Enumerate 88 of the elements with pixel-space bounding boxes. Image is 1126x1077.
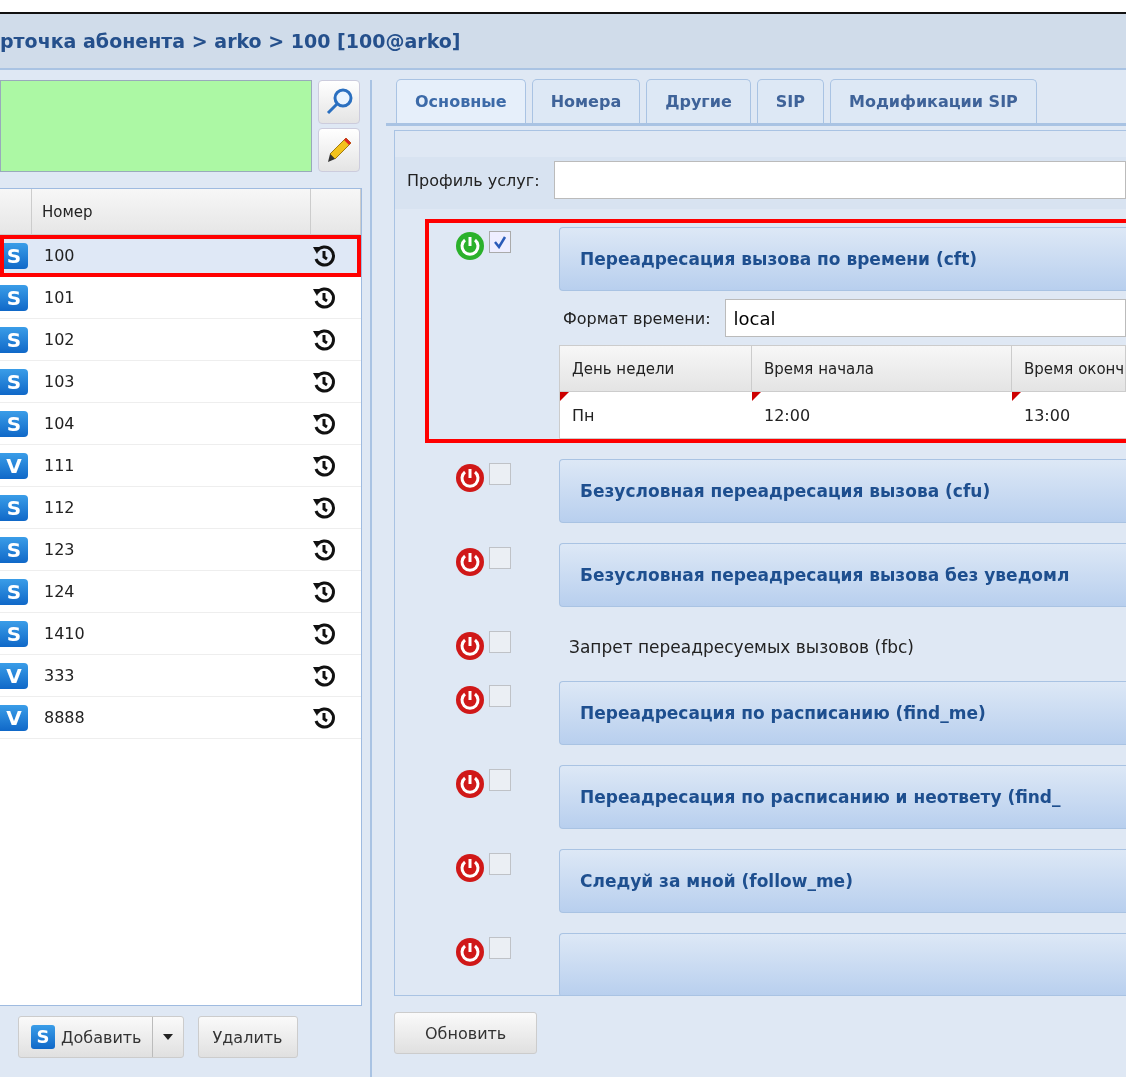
edited-marker-icon	[1012, 392, 1021, 401]
edit-button[interactable]	[318, 128, 360, 172]
history-icon[interactable]	[311, 662, 337, 689]
checkbox[interactable]	[489, 547, 511, 569]
column-header[interactable]: День недели	[560, 346, 752, 392]
power-icon[interactable]	[455, 853, 485, 883]
service-panel-header[interactable]: Следуй за мной (follow_me)	[559, 849, 1126, 913]
tab[interactable]: Другие	[646, 79, 751, 123]
power-icon[interactable]	[455, 631, 485, 661]
history-icon[interactable]	[311, 368, 337, 395]
history-icon[interactable]	[311, 242, 337, 269]
edited-marker-icon	[560, 392, 569, 401]
number-text: 101	[43, 288, 76, 307]
column-header[interactable]: Время оконч	[1012, 346, 1126, 392]
type-badge: S	[0, 368, 28, 395]
type-badge: S	[0, 284, 28, 311]
number-text: 111	[43, 456, 76, 475]
field-label: Профиль услуг:	[407, 170, 540, 190]
checkbox[interactable]	[489, 231, 511, 253]
table-cell[interactable]: 12:00	[752, 392, 1012, 438]
number-row[interactable]: S 100	[0, 235, 361, 277]
check-icon	[493, 235, 507, 249]
tab[interactable]: Номера	[531, 79, 641, 123]
table-cell[interactable]: 13:00	[1012, 392, 1126, 438]
number-text: 104	[43, 414, 76, 433]
refresh-button[interactable]: Обновить	[394, 1012, 538, 1054]
tab[interactable]: Основные	[396, 79, 526, 123]
window-title: рточка абонента > arko > 100 [100@arko]	[0, 14, 1126, 70]
checkbox[interactable]	[489, 631, 511, 653]
number-text: 333	[43, 666, 76, 685]
power-icon[interactable]	[455, 937, 485, 967]
power-icon[interactable]	[455, 463, 485, 493]
checkbox[interactable]	[489, 769, 511, 791]
number-text: 124	[43, 582, 76, 601]
delete-button[interactable]: Удалить	[197, 1016, 298, 1058]
history-icon[interactable]	[311, 536, 337, 563]
search-button[interactable]	[318, 80, 360, 124]
type-badge: S	[0, 578, 28, 605]
service-label: Запрет переадресуемых вызовов (fbc)	[568, 636, 914, 657]
power-icon[interactable]	[455, 547, 485, 577]
column-header[interactable]: Время начала	[752, 346, 1012, 392]
service-panel-header[interactable]: Безусловная переадресация вызова без уведомл	[559, 543, 1126, 607]
history-icon[interactable]	[311, 284, 337, 311]
history-icon[interactable]	[311, 704, 337, 731]
power-icon[interactable]	[455, 231, 485, 261]
search-icon	[324, 87, 354, 117]
service-panel-header[interactable]: Переадресация по расписанию (find_me)	[559, 681, 1126, 745]
history-icon[interactable]	[311, 452, 337, 479]
service-panel-header[interactable]: Переадресация по расписанию и неответу (find_	[559, 765, 1126, 829]
power-icon[interactable]	[455, 769, 485, 799]
type-badge: V	[0, 662, 28, 689]
caret-icon	[162, 1034, 173, 1040]
type-badge: V	[0, 704, 28, 731]
profile-field[interactable]	[553, 161, 1126, 199]
number-text: 100	[43, 246, 76, 265]
type-badge: S	[0, 494, 28, 521]
history-icon[interactable]	[311, 410, 337, 437]
history-icon[interactable]	[311, 326, 337, 353]
service-panel-header[interactable]: Переадресация вызова по времени (cft)	[559, 227, 1126, 291]
type-badge: S	[31, 1025, 55, 1049]
checkbox[interactable]	[489, 463, 511, 485]
service-panel-header[interactable]: Безусловная переадресация вызова (cfu)	[559, 459, 1126, 523]
number-text: 102	[43, 330, 76, 349]
checkbox[interactable]	[489, 853, 511, 875]
type-badge: V	[0, 452, 28, 479]
number-text: 8888	[43, 708, 86, 727]
add-label: Добавить	[61, 1027, 142, 1047]
number-text: 103	[43, 372, 76, 391]
history-icon[interactable]	[311, 620, 337, 647]
checkbox[interactable]	[489, 937, 511, 959]
type-badge: S	[0, 410, 28, 437]
time-format-field[interactable]: local	[724, 299, 1126, 337]
tab[interactable]: SIP	[756, 79, 824, 123]
tab[interactable]: Модификации SIP	[829, 79, 1037, 123]
power-icon[interactable]	[455, 685, 485, 715]
number-text: 1410	[43, 624, 86, 643]
table-cell[interactable]: Пн	[560, 392, 752, 438]
field-label: Формат времени:	[563, 308, 711, 328]
add-button[interactable]: S Добавить	[19, 1017, 153, 1057]
number-text: 112	[43, 498, 76, 517]
type-badge: S	[0, 536, 28, 563]
type-badge: S	[0, 620, 28, 647]
history-icon[interactable]	[311, 578, 337, 605]
edited-marker-icon	[752, 392, 761, 401]
history-icon[interactable]	[311, 494, 337, 521]
type-badge: S	[0, 326, 28, 353]
checkbox[interactable]	[489, 685, 511, 707]
number-text: 123	[43, 540, 76, 559]
